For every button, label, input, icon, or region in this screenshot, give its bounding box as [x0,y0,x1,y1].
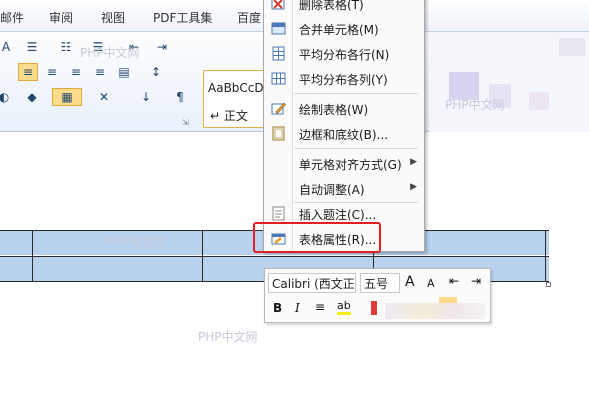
tab-mailings[interactable]: 邮件 [0,9,24,26]
menu-item-merge-cells[interactable]: 合并单元格(M) [264,17,424,41]
increase-indent-icon[interactable]: ⇥ [471,274,481,288]
merge-cells-icon [271,22,286,35]
sort-icon[interactable]: ✕ [94,88,114,106]
highlight-color-icon[interactable]: ab [337,299,351,315]
tab-view[interactable]: 视图 [101,9,125,26]
watermark: PHP中文网 [198,330,258,344]
shrink-font-icon[interactable]: A [427,277,435,290]
submenu-arrow-icon: ▶ [410,182,417,192]
watermark: PHP中文网 [106,234,166,248]
menu-item-label: 平均分布各行(N) [299,48,390,62]
menu-item-label: 平均分布各列(Y) [299,73,388,87]
draw-table-icon [271,102,286,115]
table-border [0,256,549,257]
bold-button[interactable]: B [273,301,282,315]
distributed-button[interactable]: ▤ [114,63,134,81]
menu-item-label: 边框和底纹(B)... [299,128,389,142]
menu-item-label: 删除表格(T) [299,0,364,12]
menu-item-label: 单元格对齐方式(G) [299,158,402,172]
align-left-button[interactable]: ≡ [18,63,38,81]
font-color-icon[interactable] [371,301,377,315]
table-border [202,230,203,282]
dialog-launcher-icon[interactable]: ⇲ [182,118,189,127]
menu-item-draw-table[interactable]: 绘制表格(W) [264,97,424,121]
menu-separator [294,93,418,94]
blur-block [559,38,585,56]
italic-button[interactable]: I [295,301,300,315]
menu-item-borders-shading[interactable]: 边框和底纹(B)... [264,122,424,146]
menu-item-cell-alignment[interactable]: 单元格对齐方式(G) ▶ [264,152,424,176]
tab-baidu[interactable]: 百度 [237,9,261,26]
menu-item-label: 绘制表格(W) [299,103,369,117]
table-border [32,230,33,282]
menu-item-label: 插入题注(C)... [299,208,377,222]
blur-block [529,92,549,110]
align-right-button[interactable]: ≡ [66,63,86,81]
table-resize-handle[interactable] [546,282,551,287]
align-center-button[interactable]: ≡ [42,63,62,81]
menu-item-distribute-columns[interactable]: 平均分布各列(Y) [264,67,424,91]
menu-item-delete-table[interactable]: 删除表格(T) [264,0,424,16]
style-preview-text: AaBbCcDc [208,81,271,95]
shading-color-icon[interactable] [439,297,457,303]
shrink-font-icon[interactable]: A [0,38,16,56]
highlight-box [253,222,381,253]
show-marks-icon[interactable]: ¶ [170,88,190,106]
justify-button[interactable]: ≡ [90,63,110,81]
menu-item-distribute-rows[interactable]: 平均分布各行(N) [264,42,424,66]
table-border [545,230,546,282]
style-name-label: ↵ 正文 [210,109,248,123]
delete-table-icon [271,0,285,10]
blurred-region [385,303,485,319]
center-align-icon[interactable]: ≡ [315,300,325,314]
font-name-combo[interactable]: Calibri (西文正 [268,273,356,293]
sort-ascending-icon[interactable]: ↓ [136,88,156,106]
numbering-icon[interactable]: ☷ [56,38,76,56]
mini-toolbar: Calibri (西文正 五号 A A ⇤ ⇥ B I ≡ ab [264,268,491,323]
quick-style-normal[interactable]: AaBbCcDc ↵ 正文 [203,70,270,128]
menu-item-label: 自动调整(A) [299,183,365,197]
borders-shading-icon [272,126,285,141]
watermark: PHP中文网 [80,46,140,60]
line-spacing-icon[interactable]: ↕ [146,63,166,81]
asian-layout-icon[interactable]: ◐ [0,88,14,106]
tab-pdf-tools[interactable]: PDF工具集 [153,9,212,26]
decrease-indent-icon[interactable]: ⇤ [449,274,459,288]
shading-icon[interactable]: ◆ [22,88,42,106]
bullets-icon[interactable]: ☰ [22,38,42,56]
watermark: PHP中文网 [445,98,505,112]
menu-item-label: 合并单元格(M) [299,23,379,37]
submenu-arrow-icon: ▶ [410,157,417,167]
table-context-menu: 删除表格(T) 合并单元格(M) 平均分布各行(N) 平均分布各列(Y) 绘制表… [263,0,425,252]
distribute-columns-icon [271,72,286,85]
menu-separator [294,148,418,149]
tab-review[interactable]: 审阅 [49,9,73,26]
borders-button[interactable]: ▦ [52,88,82,106]
insert-caption-icon [272,206,285,221]
distribute-rows-icon [272,46,285,61]
font-size-combo[interactable]: 五号 [360,273,400,293]
increase-indent-icon[interactable]: ⇥ [152,38,172,56]
menu-item-autofit[interactable]: 自动调整(A) ▶ [264,177,424,201]
grow-font-icon[interactable]: A [405,274,415,290]
